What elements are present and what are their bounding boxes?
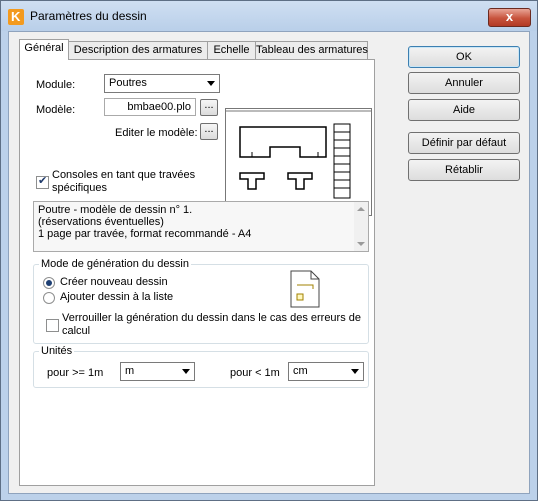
units-ge-value: m xyxy=(125,365,135,377)
document-icon xyxy=(290,270,320,308)
consoles-checkbox[interactable]: ✔ xyxy=(36,175,49,189)
scroll-up-icon[interactable] xyxy=(357,207,365,211)
ok-button[interactable]: OK xyxy=(408,46,520,68)
checkmark-icon: ✔ xyxy=(38,175,48,187)
create-new-radio[interactable] xyxy=(43,277,55,289)
units-lt-select[interactable]: cm xyxy=(288,362,364,381)
edit-model-label: Editer le modèle: xyxy=(115,127,198,139)
chevron-down-icon xyxy=(182,369,190,374)
beam-preview-image xyxy=(225,108,372,216)
dialog-window: K Paramètres du dessin x Général Descrip… xyxy=(0,0,538,501)
module-select[interactable]: Poutres xyxy=(104,74,220,93)
create-new-label: Créer nouveau dessin xyxy=(60,276,168,288)
tab-rebar-table[interactable]: Tableau des armatures xyxy=(255,41,368,59)
module-select-value: Poutres xyxy=(109,77,147,89)
window-title: Paramètres du dessin xyxy=(30,9,147,23)
close-button[interactable]: x xyxy=(488,8,531,27)
chevron-down-icon xyxy=(207,81,215,86)
consoles-label-line1: Consoles en tant que travées xyxy=(52,169,196,181)
chevron-down-icon xyxy=(351,369,359,374)
model-label: Modèle: xyxy=(36,104,76,116)
lock-generation-label-line1: Verrouiller la génération du dessin dans… xyxy=(62,312,362,324)
browse-model-button[interactable]: ... xyxy=(200,99,218,116)
generation-mode-label: Mode de génération du dessin xyxy=(39,258,191,270)
units-label: Unités xyxy=(39,345,75,357)
general-tab-panel: Module: Poutres Modèle: bmbae00.plo ... … xyxy=(19,59,375,486)
dialog-client-area: Général Description des armatures Echell… xyxy=(8,31,530,494)
description-line: (réservations éventuelles) xyxy=(38,216,164,228)
beam-section-icon xyxy=(226,109,371,215)
consoles-label-line2: spécifiques xyxy=(52,182,108,194)
title-bar[interactable]: K Paramètres du dessin x xyxy=(1,1,537,31)
radio-selected-dot xyxy=(46,280,52,286)
model-description-box[interactable]: Poutre - modèle de dessin n° 1. (réserva… xyxy=(33,201,369,252)
description-line: 1 page par travée, format recommandé - A… xyxy=(38,228,252,240)
restore-button[interactable]: Rétablir xyxy=(408,159,520,181)
help-button[interactable]: Aide xyxy=(408,99,520,121)
cancel-button[interactable]: Annuler xyxy=(408,72,520,94)
tab-general[interactable]: Général xyxy=(19,39,69,60)
tab-scale[interactable]: Echelle xyxy=(207,41,256,59)
tab-rebar-description[interactable]: Description des armatures xyxy=(68,41,208,59)
description-line: Poutre - modèle de dessin n° 1. xyxy=(38,204,193,216)
units-ge-label: pour >= 1m xyxy=(47,367,104,379)
module-label: Module: xyxy=(36,79,76,91)
scroll-down-icon[interactable] xyxy=(357,242,365,246)
model-field[interactable]: bmbae00.plo xyxy=(104,98,196,116)
edit-model-button[interactable]: ... xyxy=(200,123,218,140)
units-lt-label: pour < 1m xyxy=(230,367,280,379)
lock-generation-label-line2: calcul xyxy=(62,325,91,337)
lock-generation-checkbox[interactable] xyxy=(46,319,59,332)
units-ge-select[interactable]: m xyxy=(120,362,195,381)
description-scrollbar[interactable] xyxy=(354,202,368,251)
add-to-list-radio[interactable] xyxy=(43,292,55,304)
app-logo-icon: K xyxy=(8,9,24,25)
add-to-list-label: Ajouter dessin à la liste xyxy=(60,291,174,303)
set-default-button[interactable]: Définir par défaut xyxy=(408,132,520,154)
units-lt-value: cm xyxy=(293,365,308,377)
